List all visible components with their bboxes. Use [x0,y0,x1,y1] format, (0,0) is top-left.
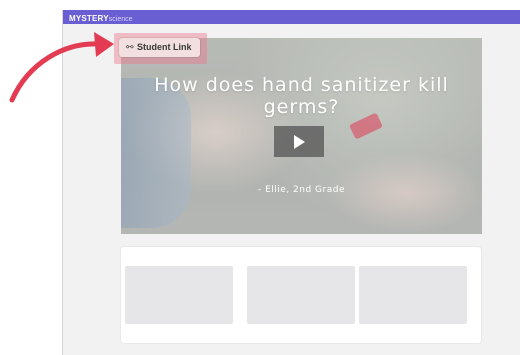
video-credit: - Ellie, 2nd Grade [258,185,345,195]
play-icon [294,135,305,149]
lesson-content-panel [121,247,481,343]
link-icon: ⚯ [126,42,134,52]
annotation-arrow-icon [9,32,114,103]
play-button[interactable] [274,126,324,157]
content-card-placeholder[interactable] [125,266,233,324]
video-title: How does hand sanitizer kill germs? [154,74,449,118]
student-link-label: Student Link [137,42,192,52]
brand-logo[interactable]: MYSTERYscience [69,12,133,23]
brand-logo-bold: MYSTERY [69,14,109,23]
content-card-placeholder[interactable] [359,266,467,324]
brand-logo-light: science [108,16,133,23]
video-hero[interactable]: How does hand sanitizer kill germs? - El… [121,38,482,234]
content-card-placeholder[interactable] [247,266,355,324]
student-link-button[interactable]: ⚯ Student Link [119,38,200,57]
top-nav-bar: MYSTERYscience [63,10,520,24]
